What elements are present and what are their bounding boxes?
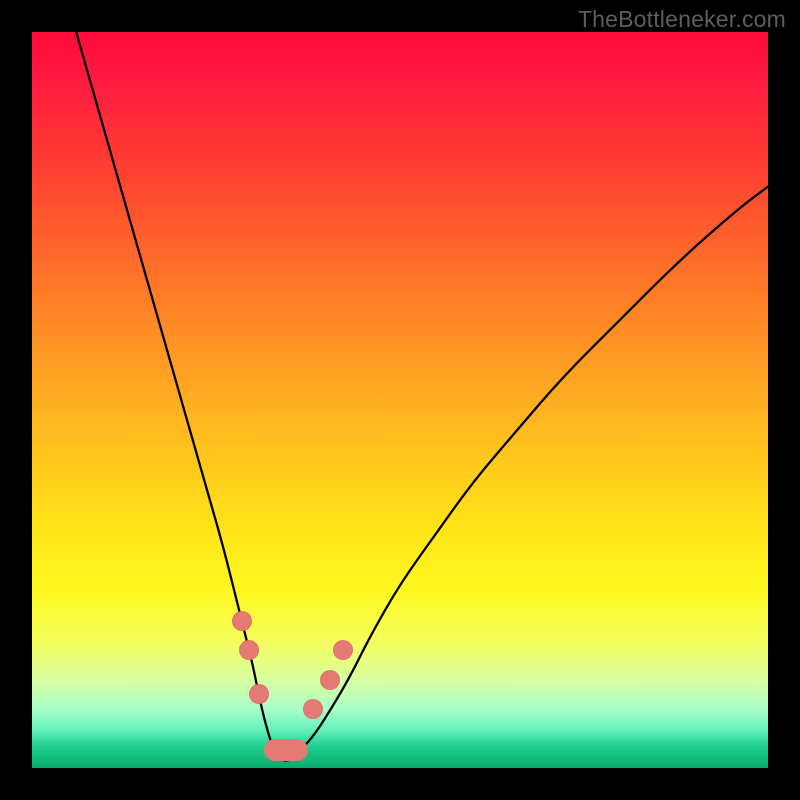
highlight-markers (32, 32, 768, 768)
marker-right-0 (303, 699, 323, 719)
marker-right-1 (320, 670, 340, 690)
marker-right-2 (333, 640, 353, 660)
watermark-text: TheBottleneker.com (578, 6, 786, 33)
marker-left-0 (232, 611, 252, 631)
marker-left-2 (249, 684, 269, 704)
floor-bar (264, 739, 308, 761)
marker-left-1 (239, 640, 259, 660)
chart-frame: TheBottleneker.com (0, 0, 800, 800)
plot-area (32, 32, 768, 768)
